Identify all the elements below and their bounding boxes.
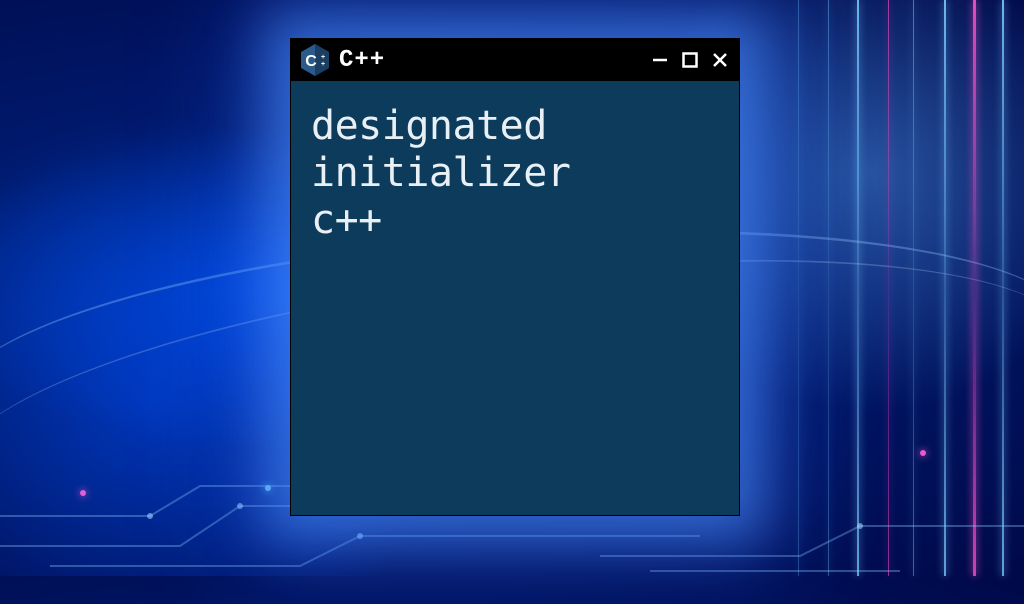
cpp-logo-icon: C + + xyxy=(301,44,329,76)
content-line: initializer xyxy=(311,150,719,197)
svg-text:+: + xyxy=(321,61,325,68)
window-controls xyxy=(651,51,729,69)
content-line: c++ xyxy=(311,197,719,244)
window-title-group: C + + C++ xyxy=(301,44,643,76)
window-title: C++ xyxy=(339,47,385,74)
titlebar[interactable]: C + + C++ xyxy=(291,39,739,81)
svg-text:C: C xyxy=(305,53,317,70)
glow-dot xyxy=(265,485,271,491)
close-button[interactable] xyxy=(711,51,729,69)
maximize-button[interactable] xyxy=(681,51,699,69)
terminal-content: designated initializer c++ xyxy=(291,81,739,267)
terminal-window: C + + C++ designated initializer c++ xyxy=(290,38,740,516)
svg-text:+: + xyxy=(321,54,325,61)
glow-dot xyxy=(80,490,86,496)
minimize-button[interactable] xyxy=(651,51,669,69)
glow-dot xyxy=(920,450,926,456)
content-line: designated xyxy=(311,103,719,150)
